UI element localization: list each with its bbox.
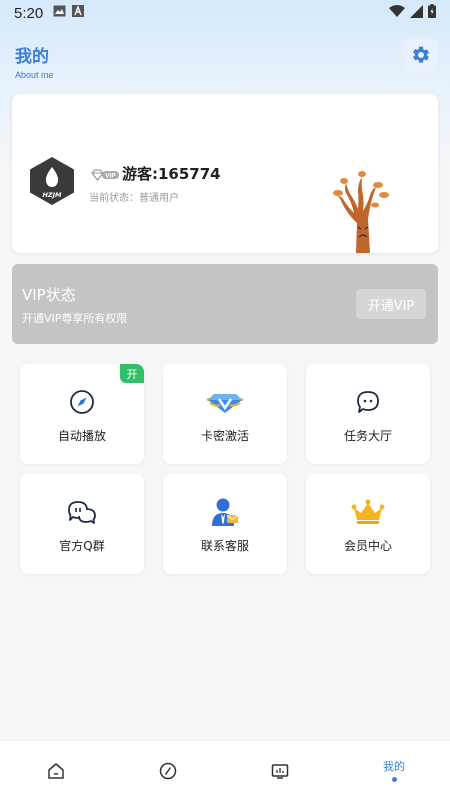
avatar[interactable]: HZJM [28,156,76,206]
tile-member-center[interactable]: 会员中心 [306,474,430,574]
settings-button[interactable] [403,39,438,74]
gear-icon [411,45,431,69]
chat-bubble-icon [355,389,381,419]
tile-card-activation[interactable]: 卡密激活 [163,364,287,464]
nav-home[interactable] [0,741,112,800]
tile-label: 任务大厅 [343,429,392,443]
bottom-navigation: 我的 [0,740,450,800]
tile-label: 会员中心 [343,539,392,553]
membership-status: 当前状态：普通用户 [89,193,179,204]
tile-label: 自动播放 [57,429,106,443]
vip-badge: VIP [90,166,120,185]
page-subtitle: About me [15,70,54,80]
status-bar: 5:20 [0,0,450,26]
customer-service-icon [211,497,239,531]
page-title: 我的 [15,47,49,67]
vip-badge-text: VIP [105,173,116,180]
group-chat-icon [66,499,98,529]
wifi-icon [389,4,405,22]
vip-status-description: 开通VIP尊享所有权限 [22,312,128,325]
gallery-icon [53,5,66,21]
avatar-logo-text: HZJM [42,191,62,199]
nav-discover[interactable] [112,741,224,800]
home-icon [47,762,65,784]
tile-auto-play[interactable]: 开 自动播放 [20,364,144,464]
crown-icon [351,499,385,529]
nav-me-label: 我的 [383,760,405,773]
profile-card[interactable]: HZJM VIP 游客:165774 当前状态：普通用户 [12,94,438,253]
tile-label: 官方Q群 [59,539,105,553]
active-indicator [392,777,397,782]
nav-me[interactable]: 我的 [338,741,450,800]
discover-icon [159,762,177,784]
tile-label: 联系客服 [200,539,249,553]
vip-status-banner: VIP状态 开通VIP尊享所有权限 开通VIP [12,264,438,344]
enabled-badge: 开 [120,364,144,383]
vip-diamond-icon [206,389,244,419]
open-vip-button[interactable]: 开通VIP [356,289,426,319]
text-a-icon [72,5,85,21]
status-time: 5:20 [14,4,44,22]
page-header: 我的 About me [15,42,54,80]
tile-contact-service[interactable]: 联系客服 [163,474,287,574]
tree-mascot-icon [328,169,398,253]
nav-tv[interactable] [224,741,336,800]
battery-icon [428,4,436,22]
tile-official-qq-group[interactable]: 官方Q群 [20,474,144,574]
username: 游客:165774 [122,165,221,183]
tile-task-hall[interactable]: 任务大厅 [306,364,430,464]
compass-icon [69,389,95,419]
vip-status-title: VIP状态 [22,286,76,304]
signal-icon [410,4,423,22]
tile-label: 卡密激活 [200,429,249,443]
tv-icon [271,762,289,784]
